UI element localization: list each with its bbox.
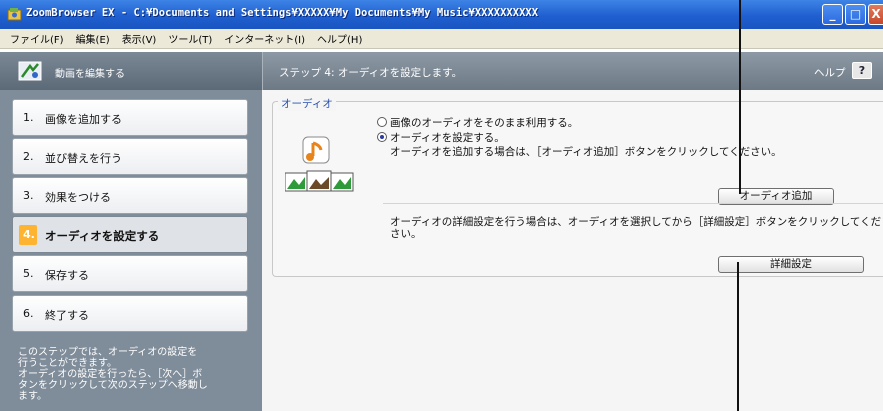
callout-line-add-audio bbox=[739, 0, 741, 194]
divider bbox=[383, 203, 883, 204]
close-button[interactable]: X bbox=[868, 4, 883, 25]
callout-line-detail-settings bbox=[737, 262, 739, 411]
step-label: 効果をつける bbox=[45, 191, 111, 204]
step-label: 保存する bbox=[45, 269, 89, 282]
maximize-icon: □ bbox=[849, 7, 862, 21]
menu-help[interactable]: ヘルプ(H) bbox=[311, 31, 368, 46]
movie-edit-icon bbox=[18, 61, 42, 81]
zoombrowser-app-icon bbox=[7, 8, 22, 21]
keep-audio-label: 画像のオーディオをそのまま利用する。 bbox=[390, 117, 579, 129]
menu-view[interactable]: 表示(V) bbox=[116, 31, 163, 46]
close-icon: X bbox=[871, 7, 881, 21]
step-add-images[interactable]: 1. 画像を追加する bbox=[12, 99, 248, 136]
title-bar: ZoomBrowser EX - C:¥Documents and Settin… bbox=[0, 0, 883, 29]
detail-settings-description-2: さい。 bbox=[390, 228, 422, 240]
step-finish[interactable]: 6. 終了する bbox=[12, 295, 248, 332]
help-button[interactable]: ? bbox=[852, 62, 872, 79]
step-number: 2. bbox=[23, 150, 34, 163]
menu-file[interactable]: ファイル(F) bbox=[4, 31, 70, 46]
step-number: 6. bbox=[23, 307, 34, 320]
step-number: 3. bbox=[23, 189, 34, 202]
step-title: ステップ 4: オーディオを設定します。 bbox=[279, 67, 463, 79]
menu-tools[interactable]: ツール(T) bbox=[162, 31, 218, 46]
hint-line: オーディオの設定を行ったら、［次へ］ボ bbox=[18, 369, 203, 380]
menu-bar: ファイル(F) 編集(E) 表示(V) ツール(T) インターネット(I) ヘル… bbox=[0, 29, 883, 49]
menu-internet[interactable]: インターネット(I) bbox=[218, 31, 311, 46]
hint-line: タンをクリックして次のステップへ移動し bbox=[18, 380, 208, 391]
keep-audio-radio[interactable] bbox=[377, 117, 387, 127]
step-number: 5. bbox=[23, 267, 34, 280]
step-sort[interactable]: 2. 並び替えを行う bbox=[12, 138, 248, 175]
task-title: 動画を編集する bbox=[55, 69, 125, 80]
audio-group-label: オーディオ bbox=[278, 96, 336, 111]
minimize-button[interactable]: _ bbox=[822, 4, 843, 25]
detail-settings-button[interactable]: 詳細設定 bbox=[718, 256, 864, 273]
step-header: ステップ 4: オーディオを設定します。 ヘルプ ? bbox=[262, 52, 883, 90]
step-label: 並び替えを行う bbox=[45, 152, 122, 165]
step-label: オーディオを設定する bbox=[45, 229, 160, 243]
step-effects[interactable]: 3. 効果をつける bbox=[12, 177, 248, 214]
step-hint: このステップでは、オーディオの設定を 行うことができます。 オーディオの設定を行… bbox=[18, 347, 254, 402]
add-audio-description: オーディオを追加する場合は、［オーディオ追加］ボタンをクリックしてください。 bbox=[390, 146, 782, 158]
step-number: 4. bbox=[23, 228, 35, 241]
hint-line: ます。 bbox=[18, 391, 47, 402]
set-audio-radio[interactable] bbox=[377, 132, 387, 142]
step-save[interactable]: 5. 保存する bbox=[12, 255, 248, 292]
task-header: 動画を編集する bbox=[0, 52, 262, 90]
hint-line: このステップでは、オーディオの設定を bbox=[18, 347, 198, 358]
menu-edit[interactable]: 編集(E) bbox=[70, 31, 116, 46]
set-audio-label: オーディオを設定する。 bbox=[390, 132, 505, 144]
step-number: 1. bbox=[23, 111, 34, 124]
audio-music-icon bbox=[285, 136, 354, 192]
step-audio[interactable]: 4. オーディオを設定する bbox=[12, 216, 248, 253]
help-link[interactable]: ヘルプ bbox=[814, 65, 846, 80]
detail-settings-description-1: オーディオの詳細設定を行う場合は、オーディオを選択してから［詳細設定］ボタンをク… bbox=[390, 216, 882, 228]
step-label: 終了する bbox=[45, 309, 89, 322]
step-label: 画像を追加する bbox=[45, 113, 122, 126]
maximize-button[interactable]: □ bbox=[845, 4, 866, 25]
window-title: ZoomBrowser EX - C:¥Documents and Settin… bbox=[26, 7, 539, 19]
minimize-icon: _ bbox=[829, 7, 836, 21]
hint-line: 行うことができます。 bbox=[18, 358, 117, 369]
